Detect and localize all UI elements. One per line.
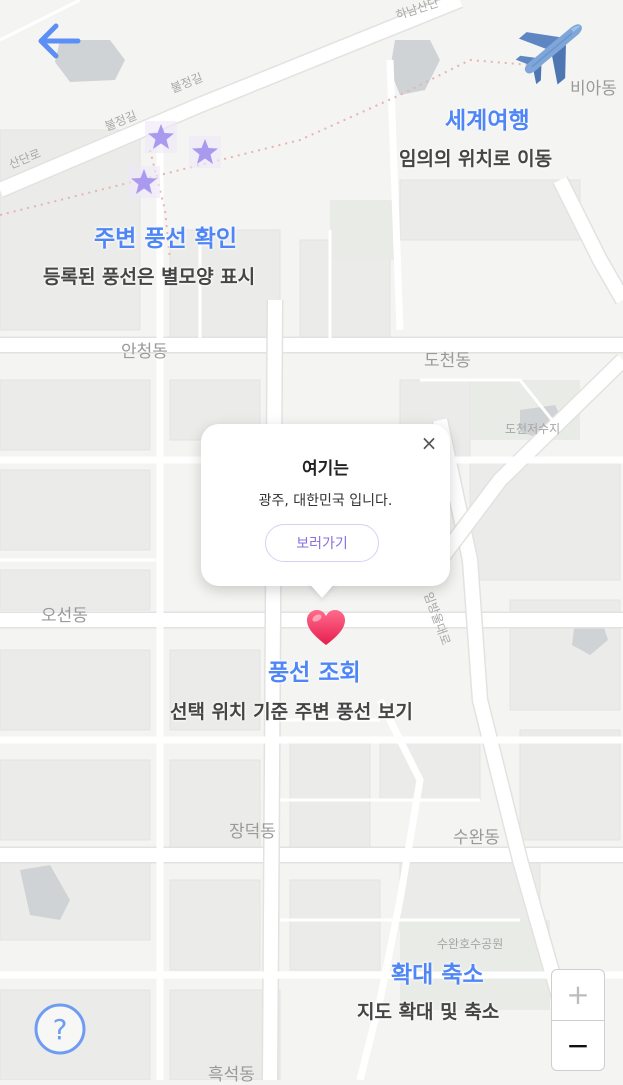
tip-balloon-lookup-title: 풍선 조회 [268, 660, 361, 686]
popup-title: 여기는 [302, 459, 349, 479]
map-label-docheon-reservoir: 도천저수지 [505, 422, 561, 436]
selected-location-heart-marker[interactable] [305, 608, 347, 648]
arrow-left-icon [38, 23, 81, 59]
tip-zoom-desc: 지도 확대 및 축소 [357, 1001, 500, 1023]
question-circle-icon: ? [34, 1003, 86, 1055]
popup-close-button[interactable]: × [418, 432, 440, 454]
back-button[interactable] [34, 18, 86, 64]
world-travel-button[interactable] [512, 12, 592, 88]
tip-nearby-balloons-desc: 등록된 풍선은 별모양 표시 [43, 266, 256, 288]
tip-nearby-balloons-title: 주변 풍선 확인 [94, 226, 237, 252]
location-popup: × 여기는 광주, 대한민국 입니다. 보러가기 [201, 424, 450, 586]
star-icon [189, 136, 221, 168]
svg-text:?: ? [53, 1013, 68, 1046]
map-label-docheon: 도천동 [424, 351, 471, 371]
popup-location-text: 광주, 대한민국 입니다. [258, 493, 393, 509]
airplane-icon [515, 24, 582, 85]
star-icon [145, 121, 177, 153]
heart-icon [307, 610, 345, 645]
map-label-jangdeok: 장덕동 [229, 822, 276, 842]
balloon-star-marker[interactable] [128, 166, 160, 198]
star-icon [128, 166, 160, 198]
map-label-suwanhosu-park: 수완호수공원 [437, 937, 504, 951]
help-button[interactable]: ? [33, 1002, 87, 1056]
balloon-star-marker[interactable] [145, 121, 177, 153]
map-label-heukseok: 흑석동 [208, 1065, 255, 1085]
zoom-control: + − [551, 969, 605, 1071]
map-label-suwan: 수완동 [453, 828, 500, 848]
tip-world-travel-title: 세계여행 [445, 108, 530, 134]
zoom-out-button[interactable]: − [552, 1021, 604, 1071]
tip-balloon-lookup-desc: 선택 위치 기준 주변 풍선 보기 [170, 701, 413, 723]
map-label-anchung: 안청동 [121, 342, 168, 362]
popup-pointer [308, 582, 336, 598]
zoom-in-button[interactable]: + [552, 970, 604, 1021]
map-label-oseon: 오선동 [41, 606, 88, 626]
balloon-star-marker[interactable] [189, 136, 221, 168]
tip-world-travel-desc: 임의의 위치로 이동 [399, 148, 553, 170]
tip-zoom-title: 확대 축소 [391, 962, 484, 988]
go-see-button[interactable]: 보러가기 [265, 524, 379, 562]
